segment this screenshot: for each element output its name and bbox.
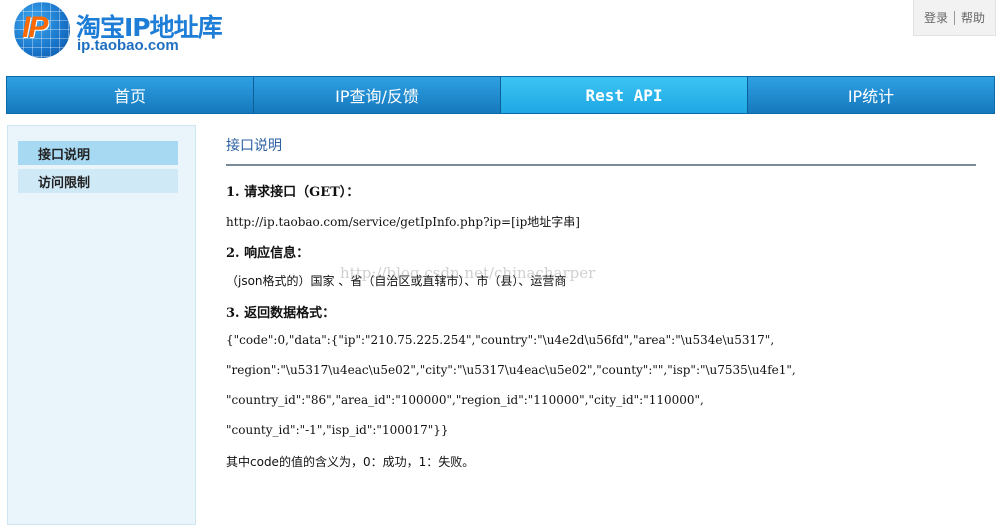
login-link[interactable]: 登录 bbox=[924, 9, 948, 26]
page-title: 接口说明 bbox=[226, 128, 976, 166]
logo-mark: IP bbox=[22, 11, 48, 44]
section-heading-format: 3. 返回数据格式： bbox=[226, 306, 336, 321]
help-link[interactable]: 帮助 bbox=[961, 9, 985, 26]
tab-rest-api[interactable]: Rest API bbox=[501, 77, 748, 113]
tab-home[interactable]: 首页 bbox=[7, 77, 254, 113]
request-url: http://ip.taobao.com/service/getIpInfo.p… bbox=[226, 215, 580, 229]
logo[interactable]: IP 淘宝IP地址库 ip.taobao.com bbox=[14, 2, 254, 58]
main-content: 接口说明 1. 请求接口（GET）： http://ip.taobao.com/… bbox=[226, 128, 976, 469]
logo-globe-icon: IP bbox=[14, 2, 70, 58]
sidebar: 接口说明 访问限制 bbox=[7, 125, 196, 525]
main-nav: 首页 IP查询/反馈 Rest API IP统计 bbox=[6, 76, 995, 114]
sidebar-item-access-limit[interactable]: 访问限制 bbox=[18, 169, 178, 193]
section-heading-response: 2. 响应信息： bbox=[226, 246, 310, 261]
code-note: 其中code的值的含义为，0：成功，1：失败。 bbox=[226, 455, 475, 469]
tab-ip-query[interactable]: IP查询/反馈 bbox=[254, 77, 501, 113]
top-links: 登录 帮助 bbox=[913, 0, 996, 36]
tab-ip-stats[interactable]: IP统计 bbox=[748, 77, 994, 113]
section-heading-request: 1. 请求接口（GET）： bbox=[226, 185, 360, 200]
json-line: "region":"\u5317\u4eac\u5e02","city":"\u… bbox=[226, 363, 796, 377]
site-domain: ip.taobao.com bbox=[77, 37, 179, 54]
link-divider bbox=[954, 10, 955, 25]
json-line: "country_id":"86","area_id":"100000","re… bbox=[226, 393, 704, 407]
json-line: "county_id":"-1","isp_id":"100017"}} bbox=[226, 423, 449, 437]
sidebar-item-api-doc[interactable]: 接口说明 bbox=[18, 141, 178, 165]
watermark: http://blog.csdn.net/chinacharper bbox=[340, 264, 596, 282]
json-line: {"code":0,"data":{"ip":"210.75.225.254",… bbox=[226, 333, 775, 347]
